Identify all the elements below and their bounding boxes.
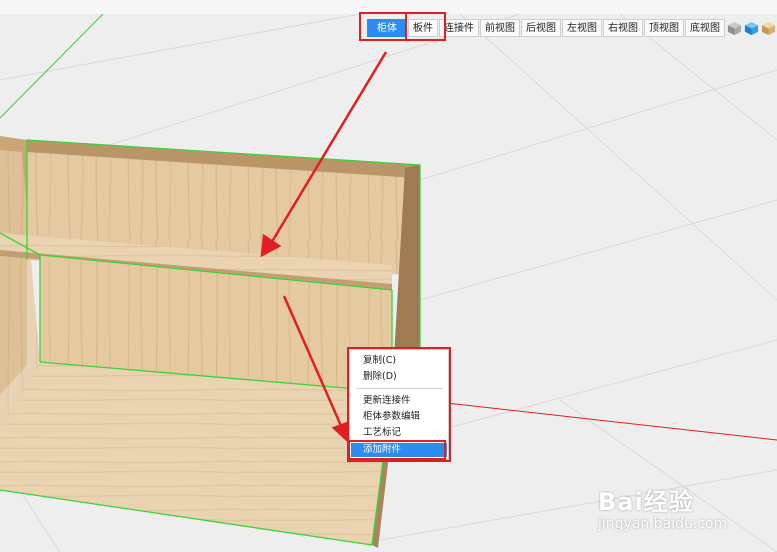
- front-view-button[interactable]: 前视图: [480, 19, 520, 37]
- menu-item-process-mark[interactable]: 工艺标记: [351, 426, 447, 440]
- 3d-viewport[interactable]: [0, 0, 777, 552]
- top-strip: [0, 0, 777, 14]
- watermark-brand: Bai经验: [598, 488, 694, 516]
- back-view-button[interactable]: 后视图: [521, 19, 561, 37]
- right-view-button[interactable]: 右视图: [603, 19, 643, 37]
- menu-item-edit-cabinet-params[interactable]: 柜体参数编辑: [351, 410, 447, 424]
- context-menu: 复制(C) 删除(D) 更新连接件 柜体参数编辑 工艺标记 添加附件: [349, 349, 449, 460]
- menu-item-update-connectors[interactable]: 更新连接件: [351, 394, 447, 408]
- cabinet-mode-button[interactable]: 柜体: [367, 19, 407, 37]
- grey-cube-icon[interactable]: [726, 19, 742, 37]
- bottom-view-button[interactable]: 底视图: [685, 19, 725, 37]
- menu-item-add-attachment[interactable]: 添加附件: [351, 443, 447, 457]
- cabinet-model[interactable]: [0, 136, 421, 548]
- menu-separator: [356, 388, 442, 389]
- blue-cube-icon[interactable]: [743, 19, 759, 37]
- menu-item-copy[interactable]: 复制(C): [351, 354, 447, 368]
- left-view-button[interactable]: 左视图: [562, 19, 602, 37]
- menu-item-delete[interactable]: 删除(D): [351, 370, 447, 384]
- top-view-button[interactable]: 顶视图: [644, 19, 684, 37]
- panel-mode-button[interactable]: 板件: [408, 19, 438, 37]
- connector-mode-button[interactable]: 连接件: [439, 19, 479, 37]
- view-toolbar: 柜体 板件 连接件 前视图 后视图 左视图 右视图 顶视图 底视图: [367, 18, 776, 38]
- wood-cube-icon[interactable]: [760, 19, 776, 37]
- watermark-url: jingyan.baidu.com: [598, 516, 728, 532]
- watermark: Bai经验 jingyan.baidu.com: [598, 482, 748, 542]
